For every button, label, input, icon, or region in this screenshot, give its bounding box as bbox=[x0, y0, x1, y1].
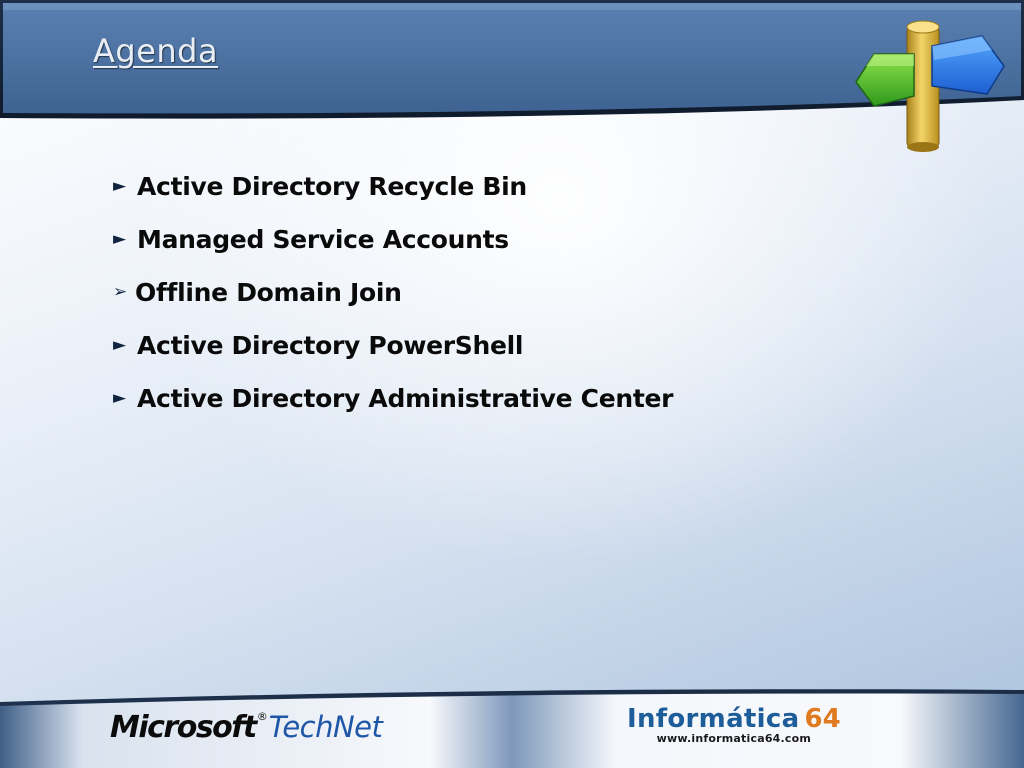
agenda-item-offline-domain-join: ➢ Offline Domain Join bbox=[113, 266, 673, 319]
microsoft-technet-logo: Microsoft®TechNet bbox=[110, 710, 383, 745]
filled-arrow-bullet-icon: ► bbox=[113, 229, 127, 249]
agenda-list: ► Active Directory Recycle Bin ► Managed… bbox=[113, 160, 674, 425]
filled-arrow-bullet-icon: ► bbox=[113, 176, 127, 196]
informatica-wordmark: Informática bbox=[627, 704, 800, 734]
registered-mark: ® bbox=[256, 710, 268, 723]
microsoft-wordmark: Microsoft bbox=[110, 710, 257, 745]
agenda-item-label: Offline Domain Join bbox=[135, 278, 402, 307]
agenda-item-recycle-bin: ► Active Directory Recycle Bin bbox=[113, 160, 673, 213]
technet-wordmark: TechNet bbox=[268, 710, 383, 744]
slide-title: Agenda bbox=[93, 32, 219, 70]
informatica-url: www.informatica64.com bbox=[656, 732, 812, 745]
signpost-icon bbox=[855, 20, 1005, 152]
slide: Agenda ► Active Directory Recycle Bin ► … bbox=[0, 0, 1024, 768]
filled-arrow-bullet-icon: ► bbox=[113, 335, 127, 355]
agenda-item-label: Active Directory PowerShell bbox=[137, 331, 524, 360]
agenda-item-label: Managed Service Accounts bbox=[137, 225, 509, 254]
agenda-item-administrative-center: ► Active Directory Administrative Center bbox=[113, 372, 674, 425]
agenda-item-managed-service-accounts: ► Managed Service Accounts bbox=[113, 213, 673, 266]
informatica64-logo: Informática 64 www.informatica64.com bbox=[627, 704, 841, 745]
agenda-item-label: Active Directory Administrative Center bbox=[137, 384, 674, 413]
informatica-number: 64 bbox=[804, 704, 841, 734]
filled-arrow-bullet-icon: ► bbox=[113, 388, 127, 408]
agenda-item-powershell: ► Active Directory PowerShell bbox=[113, 319, 673, 372]
footer: Microsoft®TechNet Informática 64 www.inf… bbox=[0, 686, 1024, 768]
hollow-arrow-bullet-icon: ➢ bbox=[113, 282, 128, 302]
agenda-item-label: Active Directory Recycle Bin bbox=[137, 172, 527, 201]
